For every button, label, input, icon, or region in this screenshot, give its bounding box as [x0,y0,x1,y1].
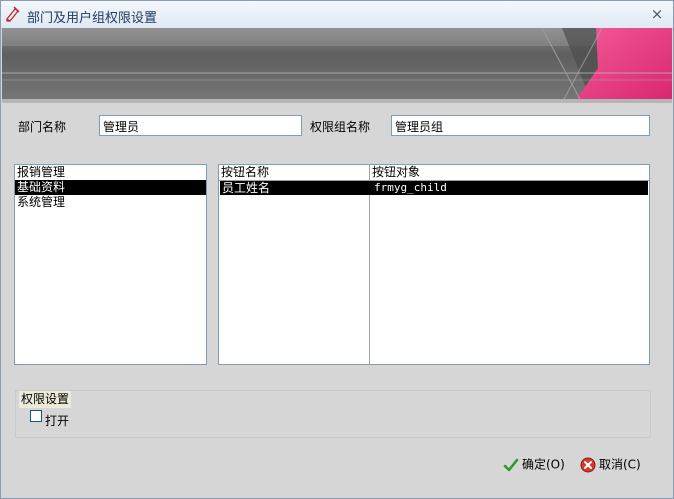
cell-button-object: frmyg_child [374,181,447,194]
cancel-button[interactable]: 取消(C) [580,454,641,474]
open-checkbox[interactable] [30,410,42,422]
dialog-window: 部门及用户组权限设置 × 部门名称 管理员 权限组名称 管理员组 报销管理 基础资 [0,0,674,499]
group-name-input[interactable]: 管理员组 [391,115,650,136]
permission-group-title: 权限设置 [19,391,72,408]
dept-name-label: 部门名称 [18,120,67,134]
open-checkbox-label[interactable]: 打开 [45,412,69,429]
ok-button-label: 确定(O) [522,457,565,472]
window-title: 部门及用户组权限设置 [27,11,158,26]
module-list[interactable]: 报销管理 基础资料 系统管理 [14,164,207,365]
ok-button[interactable]: 确定(O) [503,454,565,474]
permission-group: 权限设置 打开 [15,390,651,438]
edit-pen-icon [6,6,20,22]
dept-name-input[interactable]: 管理员 [99,115,302,136]
list-item[interactable]: 基础资料 [15,180,206,195]
header-banner [2,28,672,103]
button-grid[interactable]: 按钮名称 按钮对象 员工姓名 frmyg_child [218,164,650,365]
column-header-button-object[interactable]: 按钮对象 [370,165,642,180]
group-name-label: 权限组名称 [310,120,371,134]
title-bar[interactable]: 部门及用户组权限设置 × [1,1,673,29]
checkmark-icon [503,458,519,471]
close-button[interactable]: × [649,5,665,23]
list-item[interactable]: 系统管理 [15,195,206,210]
table-row[interactable]: 员工姓名 frmyg_child [220,181,648,195]
cancel-button-label: 取消(C) [599,457,641,472]
cell-button-name: 员工姓名 [222,181,271,195]
module-items: 报销管理 基础资料 系统管理 [15,165,206,210]
cancel-circle-icon [580,457,596,472]
column-header-button-name[interactable]: 按钮名称 [219,165,369,180]
list-item[interactable]: 报销管理 [15,165,206,180]
